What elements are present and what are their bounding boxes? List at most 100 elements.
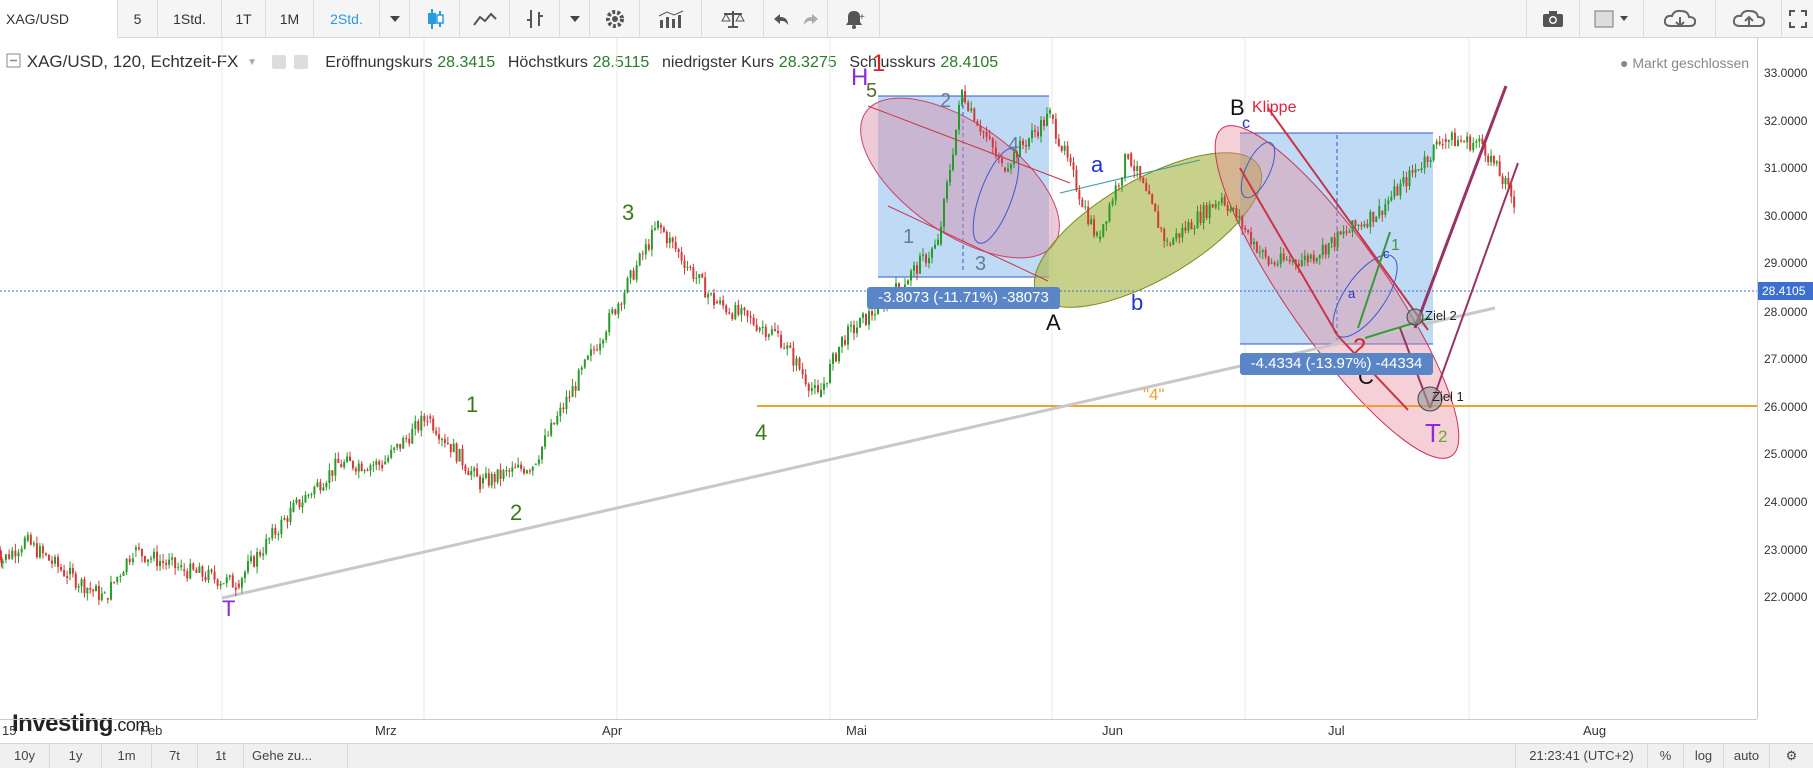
candle-icon[interactable] <box>410 0 460 38</box>
candle-body <box>531 466 534 471</box>
dropdown-icon[interactable] <box>380 0 410 38</box>
candle-body <box>1472 142 1475 151</box>
candle-body <box>1348 231 1351 233</box>
candle-body <box>1226 205 1229 212</box>
fullscreen-icon[interactable] <box>1782 0 1813 38</box>
candle-body <box>446 442 449 445</box>
timeframe-1m[interactable]: 1M <box>266 0 314 38</box>
candle-body <box>1069 157 1072 163</box>
candle-body <box>1160 227 1163 229</box>
price-tick: 24.0000 <box>1764 495 1808 509</box>
candle-body <box>171 557 174 560</box>
undo-icon[interactable] <box>764 0 796 38</box>
candle-body <box>919 255 921 274</box>
candle-body <box>1357 224 1360 227</box>
target-2-marker <box>1406 308 1424 326</box>
candle-body <box>1078 190 1081 200</box>
candle-body <box>316 482 319 487</box>
candle-body <box>734 304 737 320</box>
candle-body <box>731 313 734 320</box>
bar-chart-icon[interactable] <box>510 0 560 38</box>
candle-body <box>647 244 650 250</box>
candle-body <box>168 559 171 565</box>
candle-body <box>641 253 644 255</box>
chart-area[interactable]: T 1 2 3 4 H 1 5 2 4 1 3 A a b B Klippe c… <box>0 38 1757 737</box>
candle-body <box>859 317 861 328</box>
timeframe-5[interactable]: 5 <box>118 0 158 38</box>
price-axis[interactable]: 33.0000 32.0000 31.0000 30.0000 29.0000 … <box>1757 38 1813 719</box>
range-7t-button[interactable]: 7t <box>152 744 198 768</box>
range-10y-button[interactable]: 10y <box>0 744 50 768</box>
candle-body <box>713 293 715 306</box>
goto-date-button[interactable]: Gehe zu... <box>244 744 348 768</box>
candle-body <box>725 305 728 313</box>
candle-body <box>596 349 599 351</box>
candle-body <box>832 353 834 364</box>
candle-body <box>438 434 441 440</box>
percent-toggle[interactable]: % <box>1648 744 1684 768</box>
candle-body <box>1291 259 1294 262</box>
chart-type-dropdown-icon[interactable] <box>560 0 590 38</box>
gear-icon[interactable] <box>590 0 640 38</box>
range-1m-button[interactable]: 1m <box>102 744 152 768</box>
candle-body <box>798 358 801 370</box>
gear-icon[interactable]: ⚙ <box>1770 744 1813 768</box>
candle-body <box>38 546 41 558</box>
cloud-download-icon[interactable] <box>1644 0 1716 38</box>
candle-body <box>0 549 2 557</box>
candle-body <box>116 576 119 583</box>
candle-body <box>1130 153 1133 167</box>
candle-body <box>1411 170 1414 173</box>
timeframe-1std[interactable]: 1Std. <box>158 0 222 38</box>
indicators-icon[interactable] <box>640 0 702 38</box>
symbol-input[interactable]: XAG/USD <box>0 0 118 38</box>
timeframe-1t[interactable]: 1T <box>222 0 266 38</box>
range-1y-button[interactable]: 1y <box>50 744 102 768</box>
candle-body <box>1450 132 1453 141</box>
line-chart-icon[interactable] <box>460 0 510 38</box>
candle-body <box>620 303 623 305</box>
candle-body <box>1136 166 1139 171</box>
camera-icon[interactable] <box>1526 0 1580 38</box>
candle-body <box>780 335 783 348</box>
log-toggle[interactable]: log <box>1684 744 1724 768</box>
auto-toggle[interactable]: auto <box>1724 744 1770 768</box>
candle-body <box>1244 227 1247 230</box>
range-1t-button[interactable]: 1t <box>198 744 244 768</box>
cloud-upload-icon[interactable] <box>1716 0 1782 38</box>
candle-body <box>467 471 470 476</box>
wave-label-4: 4 <box>755 420 768 445</box>
scale-icon[interactable] <box>702 0 764 38</box>
timeframe-2std[interactable]: 2Std. <box>314 0 380 38</box>
time-tick: 15 <box>2 723 17 738</box>
candle-body <box>511 467 514 472</box>
candle-body <box>487 473 490 486</box>
time-tick: Mrz <box>375 723 397 738</box>
candle-body <box>743 307 746 311</box>
candle-body <box>1417 169 1420 171</box>
candle-body <box>1232 207 1235 209</box>
candle-body <box>829 363 831 383</box>
candle-body <box>405 438 408 440</box>
candle-body <box>1154 203 1157 212</box>
candle-body <box>195 569 198 573</box>
candle-body <box>420 415 423 431</box>
candle-body <box>372 464 375 466</box>
price-tick: 30.0000 <box>1764 209 1808 223</box>
candle-body <box>1111 200 1114 205</box>
redo-icon[interactable] <box>796 0 828 38</box>
candle-body <box>68 568 71 575</box>
candle-body <box>304 495 307 503</box>
time-axis[interactable]: 15 Feb Mrz Apr Mai Jun Jul Aug <box>0 719 1757 744</box>
alert-icon[interactable]: + <box>828 0 880 38</box>
candle-body <box>470 471 473 476</box>
candle-body <box>44 553 47 555</box>
layout-icon[interactable] <box>1580 0 1644 38</box>
candle-body <box>841 336 843 347</box>
candle-body <box>1001 158 1003 164</box>
candle-body <box>153 551 156 559</box>
candle-body <box>1423 156 1426 169</box>
price-chart[interactable] <box>0 38 1757 719</box>
candle-body <box>571 386 574 397</box>
candle-body <box>1321 245 1324 256</box>
